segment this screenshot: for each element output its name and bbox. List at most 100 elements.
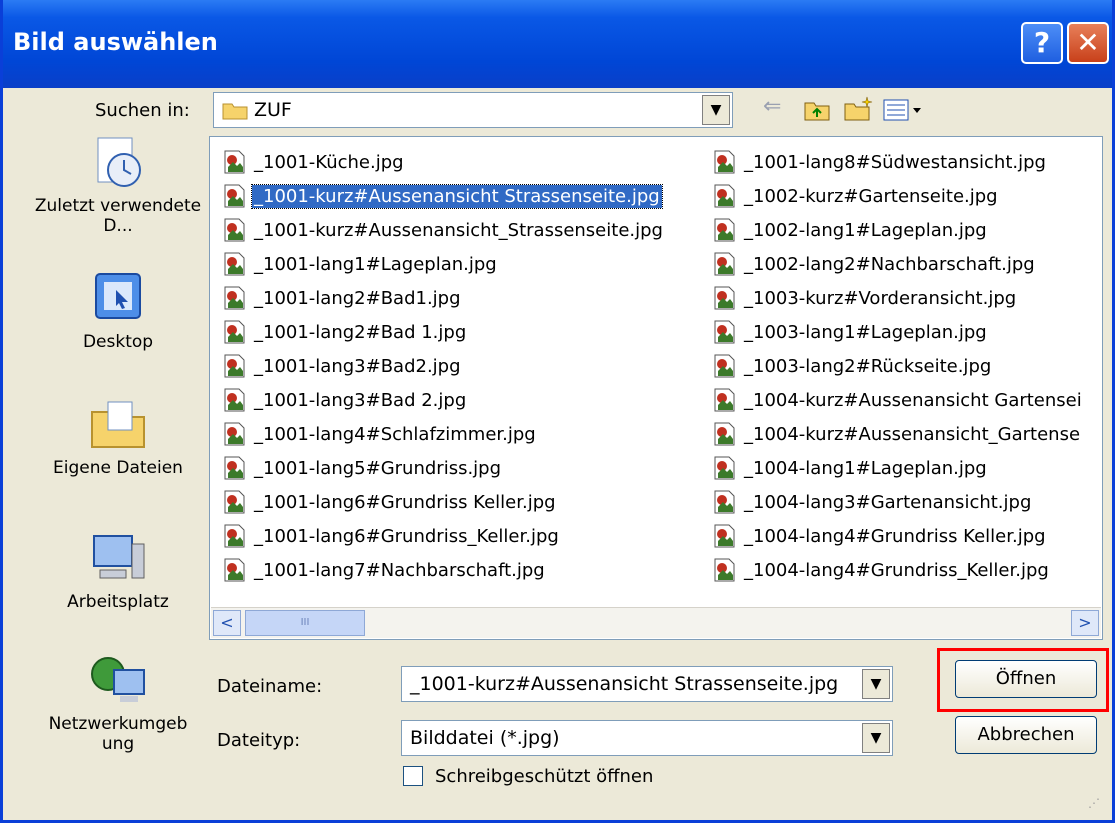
lookin-label: Suchen in: (95, 100, 190, 121)
jpg-file-icon (714, 252, 735, 276)
file-item[interactable]: _1003-lang2#Rückseite.jpg (712, 349, 1098, 383)
file-item[interactable]: _1001-lang2#Bad1.jpg (222, 281, 665, 315)
lookin-value: ZUF (254, 99, 292, 121)
file-item[interactable]: _1001-lang6#Grundriss_Keller.jpg (222, 519, 665, 553)
file-item[interactable]: _1004-kurz#Aussenansicht_Gartense (712, 417, 1098, 451)
file-item[interactable]: _1004-kurz#Aussenansicht Gartensei (712, 383, 1098, 417)
jpg-file-icon (714, 388, 735, 412)
file-name: _1004-kurz#Aussenansicht_Gartense (744, 423, 1081, 445)
filetype-label: Dateityp: (217, 730, 301, 751)
place-my-computer[interactable]: Arbeitsplatz (33, 530, 203, 612)
scroll-thumb[interactable]: III (245, 610, 365, 636)
file-item[interactable]: _1004-lang1#Lageplan.jpg (712, 451, 1098, 485)
jpg-file-icon (224, 320, 245, 344)
jpg-file-icon (224, 218, 245, 242)
readonly-checkbox[interactable] (403, 766, 423, 786)
jpg-file-icon (224, 286, 245, 310)
jpg-file-icon (714, 320, 735, 344)
resize-grip-icon[interactable]: ⋰ (1088, 796, 1108, 816)
filetype-dropdown-arrow[interactable]: ▼ (862, 723, 890, 753)
jpg-file-icon (224, 184, 245, 208)
file-item[interactable]: _1001-kurz#Aussenansicht_Strassenseite.j… (222, 213, 665, 247)
file-item[interactable]: _1001-lang2#Bad 1.jpg (222, 315, 665, 349)
file-list[interactable]: _1001-Küche.jpg _1001-kurz#Aussenansicht … (209, 136, 1103, 640)
filename-value: _1001-kurz#Aussenansicht Strassenseite.j… (410, 673, 839, 695)
file-item[interactable]: _1001-lang3#Bad2.jpg (222, 349, 665, 383)
file-name: _1001-lang5#Grundriss.jpg (254, 457, 502, 479)
open-image-dialog: Bild auswählen ? ✕ Suchen in: ZUF ▼ ⇐ Zu… (0, 0, 1115, 823)
file-item[interactable]: _1002-lang2#Nachbarschaft.jpg (712, 247, 1098, 281)
jpg-file-icon (714, 422, 735, 446)
file-item[interactable]: _1001-lang6#Grundriss Keller.jpg (222, 485, 665, 519)
place-recent-label: Zuletzt verwendete D... (34, 196, 202, 236)
back-icon[interactable]: ⇐ (763, 94, 781, 119)
file-item[interactable]: _1004-lang3#Gartenansicht.jpg (712, 485, 1098, 519)
jpg-file-icon (224, 354, 245, 378)
file-name: _1003-lang2#Rückseite.jpg (744, 355, 992, 377)
file-item[interactable]: _1001-lang1#Lageplan.jpg (222, 247, 665, 281)
new-folder-icon[interactable] (843, 96, 873, 122)
jpg-file-icon (224, 524, 245, 548)
place-my-computer-label: Arbeitsplatz (67, 592, 169, 612)
jpg-file-icon (714, 184, 735, 208)
file-name: _1001-lang2#Bad1.jpg (254, 287, 461, 309)
file-item[interactable]: _1001-lang5#Grundriss.jpg (222, 451, 665, 485)
jpg-file-icon (714, 218, 735, 242)
lookin-dropdown[interactable]: ZUF ▼ (213, 92, 733, 128)
place-recent[interactable]: Zuletzt verwendete D... (33, 134, 203, 236)
file-item[interactable]: _1001-lang8#Südwestansicht.jpg (712, 145, 1098, 179)
file-name: _1001-lang2#Bad 1.jpg (254, 321, 467, 343)
jpg-file-icon (714, 286, 735, 310)
file-column-left: _1001-Küche.jpg _1001-kurz#Aussenansicht … (222, 145, 665, 587)
scroll-right-button[interactable]: > (1071, 610, 1099, 636)
file-item[interactable]: _1001-Küche.jpg (222, 145, 665, 179)
file-item[interactable]: _1002-lang1#Lageplan.jpg (712, 213, 1098, 247)
horizontal-scrollbar[interactable]: < III > (211, 607, 1101, 638)
view-menu-icon[interactable] (883, 98, 923, 122)
file-item[interactable]: _1002-kurz#Gartenseite.jpg (712, 179, 1098, 213)
place-desktop[interactable]: Desktop (33, 270, 203, 352)
file-item[interactable]: _1001-lang3#Bad 2.jpg (222, 383, 665, 417)
file-item[interactable]: _1001-lang7#Nachbarschaft.jpg (222, 553, 665, 587)
file-name: _1002-lang1#Lageplan.jpg (744, 219, 987, 241)
jpg-file-icon (714, 456, 735, 480)
file-item[interactable]: _1003-lang1#Lageplan.jpg (712, 315, 1098, 349)
filename-input[interactable]: _1001-kurz#Aussenansicht Strassenseite.j… (401, 666, 893, 702)
help-button[interactable]: ? (1021, 22, 1063, 64)
filename-label: Dateiname: (217, 676, 323, 697)
title-bar[interactable]: Bild auswählen ? ✕ (3, 0, 1112, 88)
file-name: _1001-Küche.jpg (254, 151, 404, 173)
place-my-documents-label: Eigene Dateien (53, 458, 183, 478)
file-name: _1001-lang1#Lageplan.jpg (254, 253, 497, 275)
file-item[interactable]: _1003-kurz#Vorderansicht.jpg (712, 281, 1098, 315)
file-name: _1004-lang4#Grundriss Keller.jpg (744, 525, 1046, 547)
close-button[interactable]: ✕ (1067, 22, 1109, 64)
jpg-file-icon (714, 524, 735, 548)
jpg-file-icon (224, 490, 245, 514)
place-my-documents[interactable]: Eigene Dateien (33, 396, 203, 478)
place-desktop-label: Desktop (82, 332, 154, 352)
file-name: _1001-kurz#Aussenansicht_Strassenseite.j… (254, 219, 663, 241)
file-item[interactable]: _1004-lang4#Grundriss_Keller.jpg (712, 553, 1098, 587)
my-computer-icon (93, 535, 145, 579)
open-button[interactable]: Öffnen (955, 660, 1097, 698)
file-item[interactable]: _1001-kurz#Aussenansicht Strassenseite.j… (222, 179, 665, 213)
place-network[interactable]: Netzwerkumgeb ung (33, 652, 203, 754)
jpg-file-icon (714, 490, 735, 514)
cancel-button[interactable]: Abbrechen (955, 716, 1097, 754)
jpg-file-icon (714, 558, 735, 582)
window-title: Bild auswählen (13, 28, 218, 56)
scroll-left-button[interactable]: < (213, 610, 241, 636)
lookin-dropdown-arrow[interactable]: ▼ (702, 95, 730, 125)
recent-documents-icon (97, 137, 141, 187)
file-item[interactable]: _1001-lang4#Schlafzimmer.jpg (222, 417, 665, 451)
file-name: _1004-lang4#Grundriss_Keller.jpg (744, 559, 1049, 581)
readonly-label: Schreibgeschützt öffnen (435, 766, 654, 787)
up-folder-icon[interactable] (803, 98, 831, 122)
jpg-file-icon (224, 388, 245, 412)
file-item[interactable]: _1004-lang4#Grundriss Keller.jpg (712, 519, 1098, 553)
jpg-file-icon (224, 252, 245, 276)
jpg-file-icon (224, 150, 245, 174)
filetype-dropdown[interactable]: Bilddatei (*.jpg) ▼ (401, 720, 893, 756)
filename-dropdown-arrow[interactable]: ▼ (862, 669, 890, 699)
